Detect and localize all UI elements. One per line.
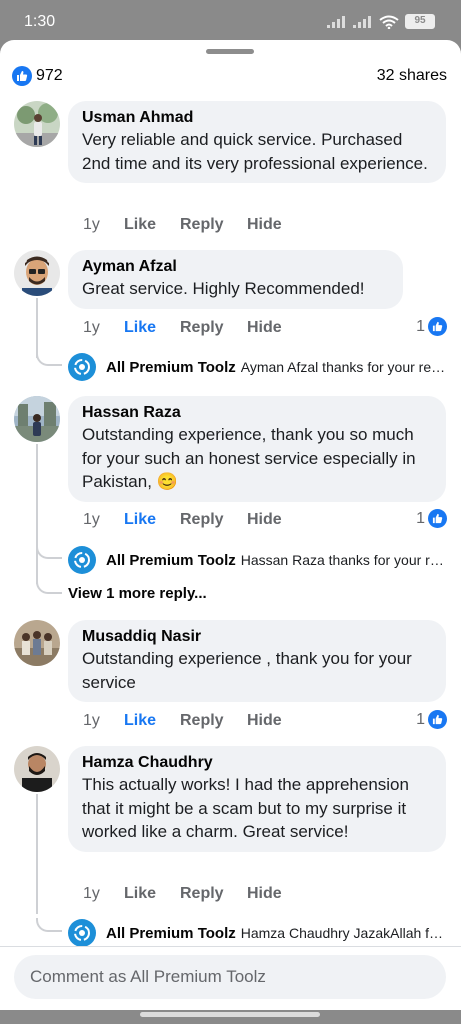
avatar[interactable] bbox=[14, 620, 60, 666]
thread-curve bbox=[36, 352, 62, 366]
page-reply-text: Ayman Afzal thanks for your review bbox=[240, 359, 447, 375]
hide-button[interactable]: Hide bbox=[247, 712, 282, 730]
commenter-name[interactable]: Hassan Raza bbox=[82, 403, 434, 423]
home-gesture-bar[interactable] bbox=[140, 1012, 320, 1017]
like-button[interactable]: Like bbox=[124, 511, 180, 529]
like-button[interactable]: Like bbox=[124, 712, 180, 730]
reaction-summary: 972 32 shares bbox=[12, 66, 447, 86]
comment-bubble[interactable]: Hamza Chaudhry This actually works! I ha… bbox=[68, 746, 446, 852]
like-count: 972 bbox=[36, 67, 63, 84]
comment-actions: 1y Like Reply Hide bbox=[83, 215, 282, 235]
page-reply-text: Hassan Raza thanks for your review bbox=[240, 552, 447, 568]
signal-icon-2 bbox=[353, 15, 371, 28]
page-reply-text: Hamza Chaudhry JazakAllah for your revie… bbox=[240, 925, 447, 941]
page-logo-icon bbox=[68, 353, 96, 381]
thread-curve bbox=[36, 580, 62, 594]
like-button[interactable]: Like bbox=[124, 319, 180, 337]
comment-reactions[interactable]: 1 bbox=[416, 317, 447, 336]
thread-curve bbox=[36, 545, 62, 559]
comment-actions: 1y Like Reply Hide bbox=[83, 711, 282, 731]
comment-bubble[interactable]: Musaddiq Nasir Outstanding experience , … bbox=[68, 620, 446, 702]
reply-button[interactable]: Reply bbox=[180, 216, 247, 234]
like-thumb-icon bbox=[428, 710, 447, 729]
thread-line bbox=[36, 298, 38, 358]
thread-line bbox=[36, 794, 38, 914]
signal-icon bbox=[327, 15, 345, 28]
reply-button[interactable]: Reply bbox=[180, 712, 247, 730]
comments-sheet: 972 32 shares Usman Ahmad Very reliable … bbox=[0, 40, 461, 1010]
comment-time[interactable]: 1y bbox=[83, 885, 124, 903]
view-more-replies[interactable]: View 1 more reply... bbox=[68, 585, 207, 602]
comment-reactions[interactable]: 1 bbox=[416, 710, 447, 729]
like-thumb-icon bbox=[428, 317, 447, 336]
avatar[interactable] bbox=[14, 746, 60, 792]
comment-bubble[interactable]: Usman Ahmad Very reliable and quick serv… bbox=[68, 101, 446, 183]
status-time: 1:30 bbox=[24, 13, 56, 30]
comment-text: This actually works! I had the apprehens… bbox=[82, 775, 409, 841]
comment-reactions[interactable]: 1 bbox=[416, 509, 447, 528]
comment-text: Very reliable and quick service. Purchas… bbox=[82, 130, 428, 173]
reply-button[interactable]: Reply bbox=[180, 511, 247, 529]
comment-time[interactable]: 1y bbox=[83, 216, 124, 234]
commenter-name[interactable]: Hamza Chaudhry bbox=[82, 753, 434, 773]
comment-bubble[interactable]: Hassan Raza Outstanding experience, than… bbox=[68, 396, 446, 502]
battery-icon: 95 bbox=[405, 14, 435, 29]
reaction-count: 1 bbox=[416, 317, 425, 335]
comment-composer bbox=[0, 946, 461, 1010]
comment-text: Outstanding experience, thank you so muc… bbox=[82, 425, 416, 491]
hide-button[interactable]: Hide bbox=[247, 216, 282, 234]
comment-time[interactable]: 1y bbox=[83, 712, 124, 730]
thread-line bbox=[36, 444, 38, 584]
system-nav-bar bbox=[0, 1010, 461, 1024]
status-icons: 95 bbox=[327, 14, 435, 29]
share-count[interactable]: 32 shares bbox=[377, 67, 447, 85]
comment-actions: 1y Like Reply Hide bbox=[83, 510, 282, 530]
like-summary[interactable]: 972 bbox=[12, 66, 63, 86]
avatar[interactable] bbox=[14, 250, 60, 296]
comment-input[interactable] bbox=[14, 955, 446, 999]
page-reply-name[interactable]: All Premium Toolz bbox=[106, 552, 236, 569]
thread-curve bbox=[36, 918, 62, 932]
comment-actions: 1y Like Reply Hide bbox=[83, 884, 282, 904]
hide-button[interactable]: Hide bbox=[247, 885, 282, 903]
avatar[interactable] bbox=[14, 396, 60, 442]
like-button[interactable]: Like bbox=[124, 885, 180, 903]
like-button[interactable]: Like bbox=[124, 216, 180, 234]
comment-text: Great service. Highly Recommended! bbox=[82, 279, 365, 298]
page-reply-name[interactable]: All Premium Toolz bbox=[106, 925, 236, 942]
reaction-count: 1 bbox=[416, 710, 425, 728]
hide-button[interactable]: Hide bbox=[247, 319, 282, 337]
comment-time[interactable]: 1y bbox=[83, 319, 124, 337]
reply-button[interactable]: Reply bbox=[180, 319, 247, 337]
status-bar: 1:30 95 bbox=[0, 0, 461, 42]
hide-button[interactable]: Hide bbox=[247, 511, 282, 529]
drag-handle[interactable] bbox=[206, 49, 254, 54]
comment-text: Outstanding experience , thank you for y… bbox=[82, 649, 412, 692]
commenter-name[interactable]: Musaddiq Nasir bbox=[82, 627, 434, 647]
page-logo-icon bbox=[68, 546, 96, 574]
commenter-name[interactable]: Usman Ahmad bbox=[82, 108, 434, 128]
page-reply[interactable]: All Premium Toolz Hamza Chaudhry JazakAl… bbox=[68, 918, 447, 948]
reply-button[interactable]: Reply bbox=[180, 885, 247, 903]
avatar[interactable] bbox=[14, 101, 60, 147]
comment-actions: 1y Like Reply Hide bbox=[83, 318, 282, 338]
page-reply[interactable]: All Premium Toolz Ayman Afzal thanks for… bbox=[68, 352, 447, 382]
commenter-name[interactable]: Ayman Afzal bbox=[82, 257, 391, 277]
comment-bubble[interactable]: Ayman Afzal Great service. Highly Recomm… bbox=[68, 250, 403, 309]
like-thumb-icon bbox=[12, 66, 32, 86]
page-reply-name[interactable]: All Premium Toolz bbox=[106, 359, 236, 376]
page-reply[interactable]: All Premium Toolz Hassan Raza thanks for… bbox=[68, 545, 447, 575]
reaction-count: 1 bbox=[416, 509, 425, 527]
like-thumb-icon bbox=[428, 509, 447, 528]
wifi-icon bbox=[379, 15, 399, 29]
page-logo-icon bbox=[68, 919, 96, 947]
comment-time[interactable]: 1y bbox=[83, 511, 124, 529]
